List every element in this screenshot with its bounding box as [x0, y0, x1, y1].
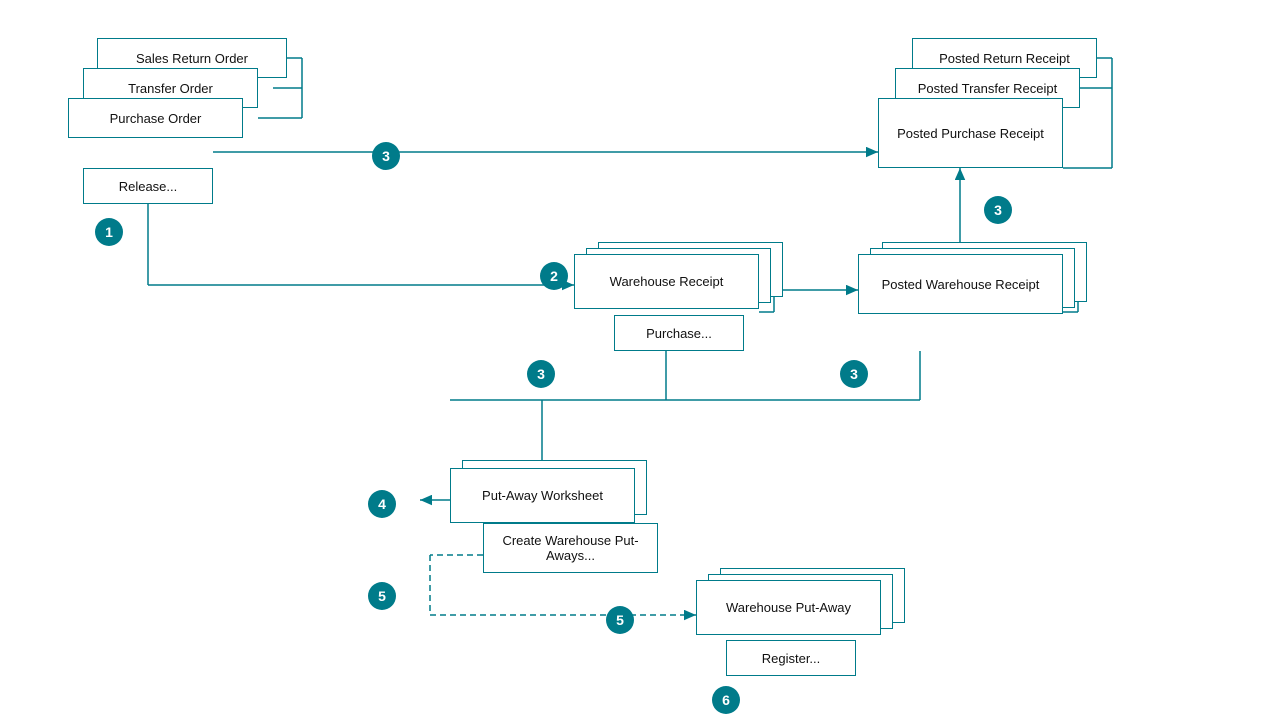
- purchase-order-box: Purchase Order: [68, 98, 243, 138]
- badge-3a: 3: [372, 142, 400, 170]
- warehouse-put-away-box: Warehouse Put-Away: [696, 580, 881, 635]
- badge-5b: 5: [606, 606, 634, 634]
- release-box: Release...: [83, 168, 213, 204]
- badge-4: 4: [368, 490, 396, 518]
- badge-3d: 3: [840, 360, 868, 388]
- badge-5a: 5: [368, 582, 396, 610]
- put-away-worksheet-box: Put-Away Worksheet: [450, 468, 635, 523]
- posted-purchase-receipt-box: Posted Purchase Receipt: [878, 98, 1063, 168]
- create-warehouse-put-aways-box: Create Warehouse Put-Aways...: [483, 523, 658, 573]
- diagram: Sales Return Order Transfer Order Purcha…: [0, 0, 1280, 720]
- purchase-sub-box: Purchase...: [614, 315, 744, 351]
- badge-1: 1: [95, 218, 123, 246]
- posted-warehouse-receipt-box: Posted Warehouse Receipt: [858, 254, 1063, 314]
- register-box: Register...: [726, 640, 856, 676]
- badge-2: 2: [540, 262, 568, 290]
- badge-3c: 3: [527, 360, 555, 388]
- badge-3b: 3: [984, 196, 1012, 224]
- badge-6: 6: [712, 686, 740, 714]
- warehouse-receipt-box: Warehouse Receipt: [574, 254, 759, 309]
